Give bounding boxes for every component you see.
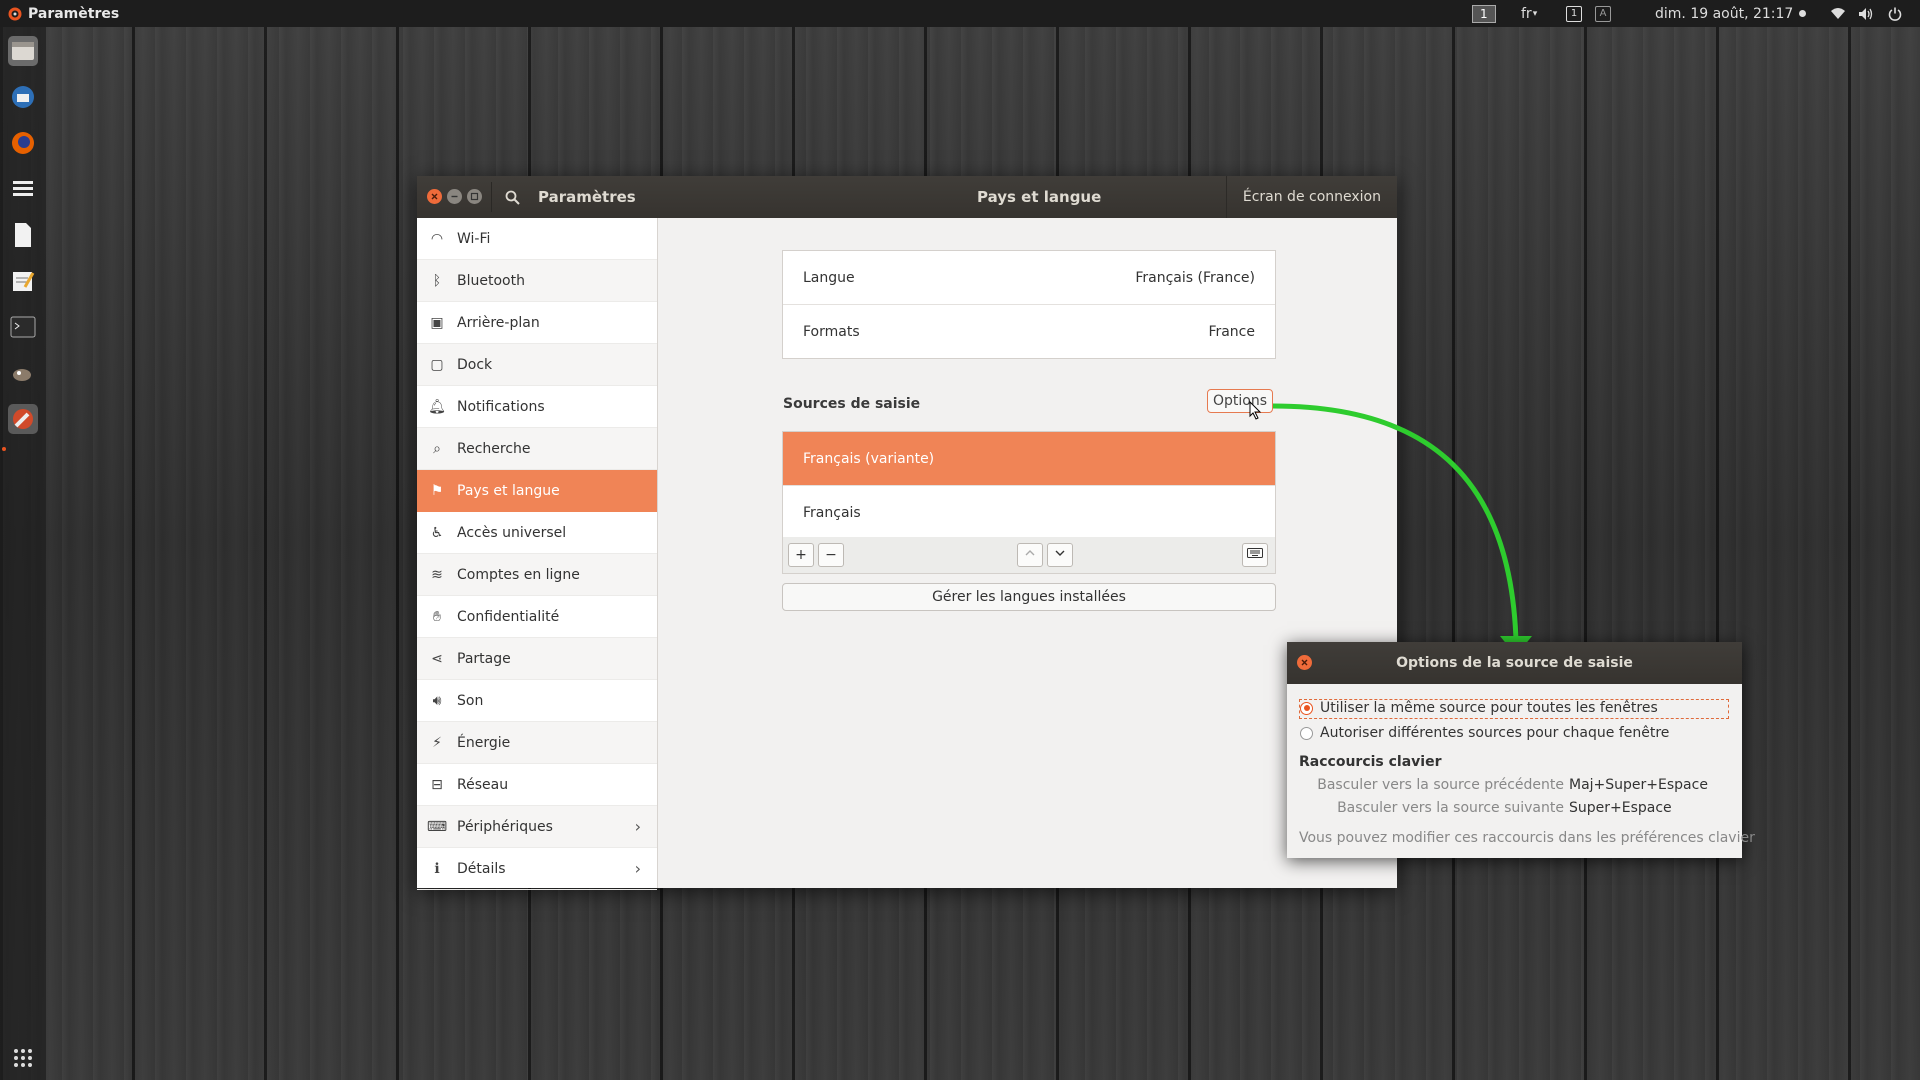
dialog-title: Options de la source de saisie [1396, 655, 1633, 671]
radio-same-source[interactable]: Utiliser la même source pour toutes les … [1300, 698, 1658, 718]
arrow-curve [1272, 403, 1519, 641]
radio-button[interactable] [1300, 726, 1313, 740]
shortcuts-footer-note: Vous pouvez modifier ces raccourcis dans… [1299, 830, 1755, 846]
next-source-shortcut: Super+Espace [1569, 800, 1672, 816]
close-icon [1301, 659, 1308, 666]
prev-source-shortcut: Maj+Super+Espace [1569, 777, 1708, 793]
close-dialog-button[interactable] [1297, 655, 1312, 670]
shortcuts-title: Raccourcis clavier [1299, 754, 1442, 770]
radio-different-sources[interactable]: Autoriser différentes sources pour chaqu… [1300, 723, 1669, 743]
prev-source-label: Basculer vers la source précédente [1317, 777, 1564, 793]
annotation-arrow [1272, 403, 1532, 656]
dialog-titlebar: Options de la source de saisie [1287, 642, 1742, 684]
input-source-options-dialog: Options de la source de saisie Utiliser … [1287, 642, 1755, 858]
radio-button-selected[interactable] [1300, 701, 1313, 715]
next-source-label: Basculer vers la source suivante [1337, 800, 1564, 816]
